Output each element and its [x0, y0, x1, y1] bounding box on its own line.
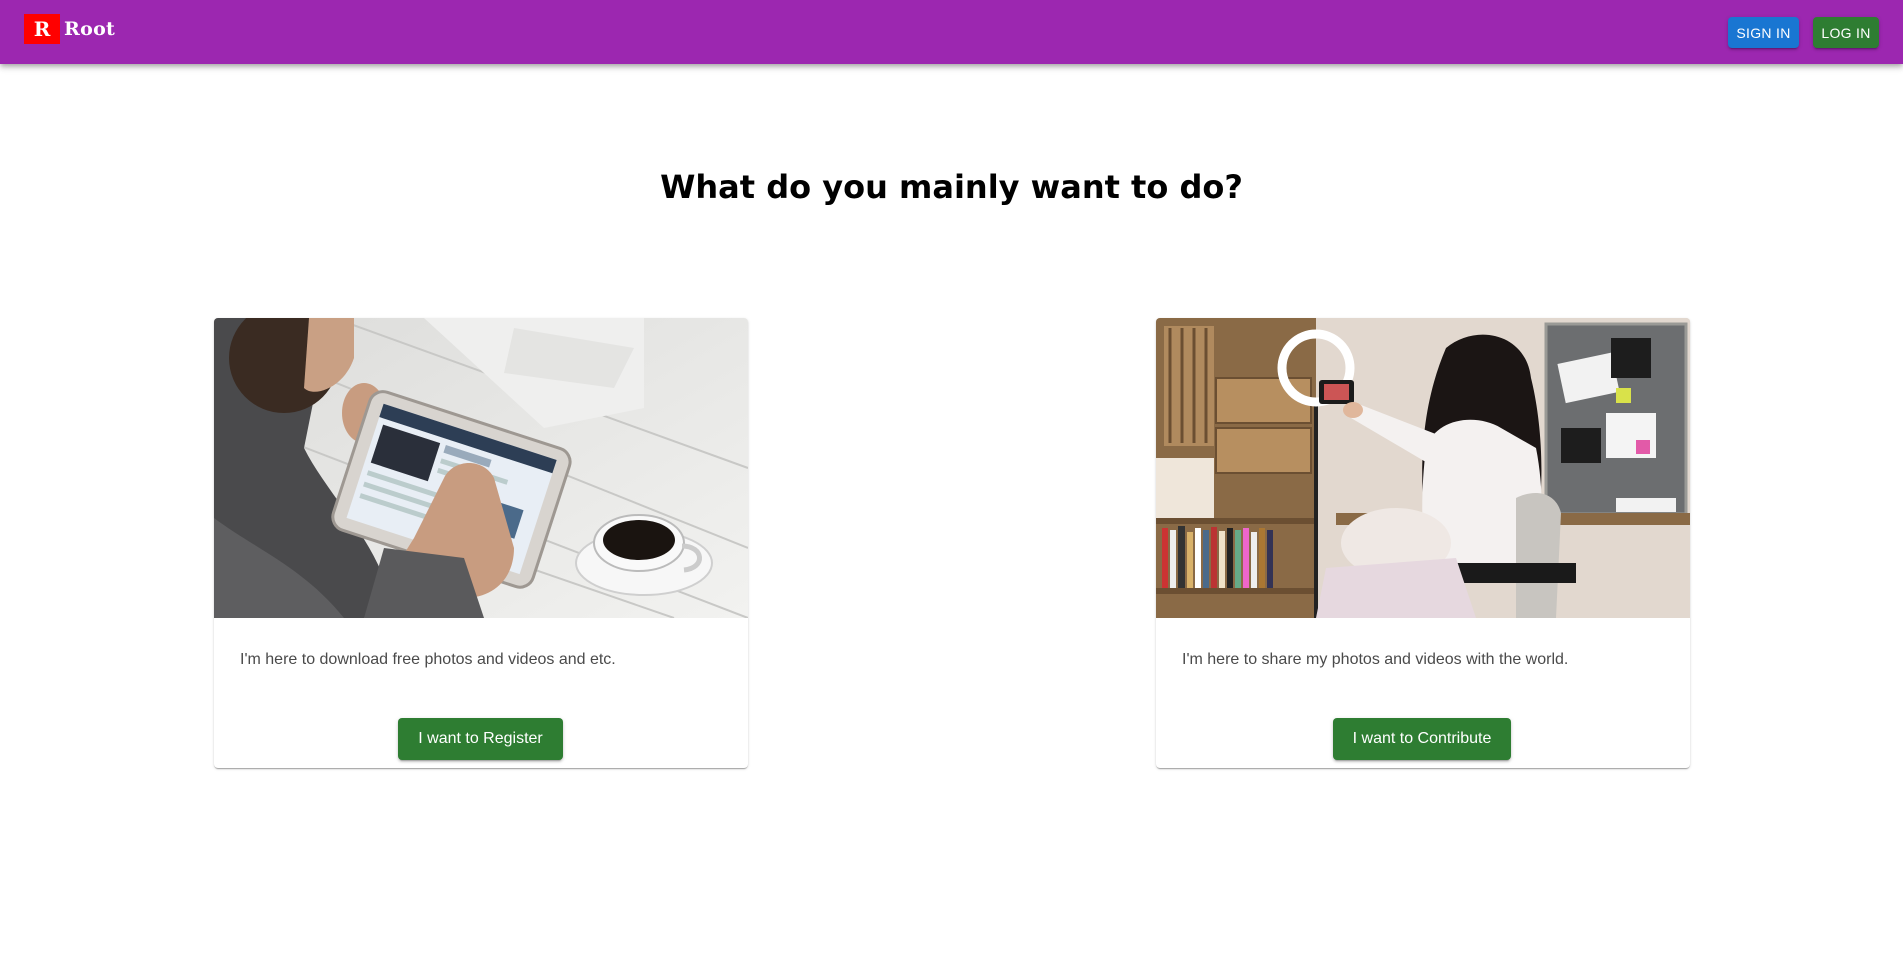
logo-mark: R — [24, 14, 60, 44]
root-logo[interactable]: R Root — [24, 14, 115, 44]
log-in-button[interactable]: LOG IN — [1813, 17, 1879, 48]
man-with-tablet-photo — [214, 318, 748, 618]
card-description: I'm here to download free photos and vid… — [240, 651, 616, 668]
register-button[interactable]: I want to Register — [398, 718, 563, 760]
woman-with-ring-light-photo — [1156, 318, 1690, 618]
sign-in-button[interactable]: SIGN IN — [1728, 17, 1799, 48]
logo-text: Root — [64, 18, 116, 40]
top-app-bar: R Root SIGN IN LOG IN — [0, 0, 1903, 64]
card-description: I'm here to share my photos and videos w… — [1182, 651, 1569, 668]
contribute-button[interactable]: I want to Contribute — [1333, 718, 1511, 760]
page-title: What do you mainly want to do? — [660, 168, 1243, 206]
contribute-card: I'm here to share my photos and videos w… — [1156, 318, 1690, 768]
register-card: I'm here to download free photos and vid… — [214, 318, 748, 768]
